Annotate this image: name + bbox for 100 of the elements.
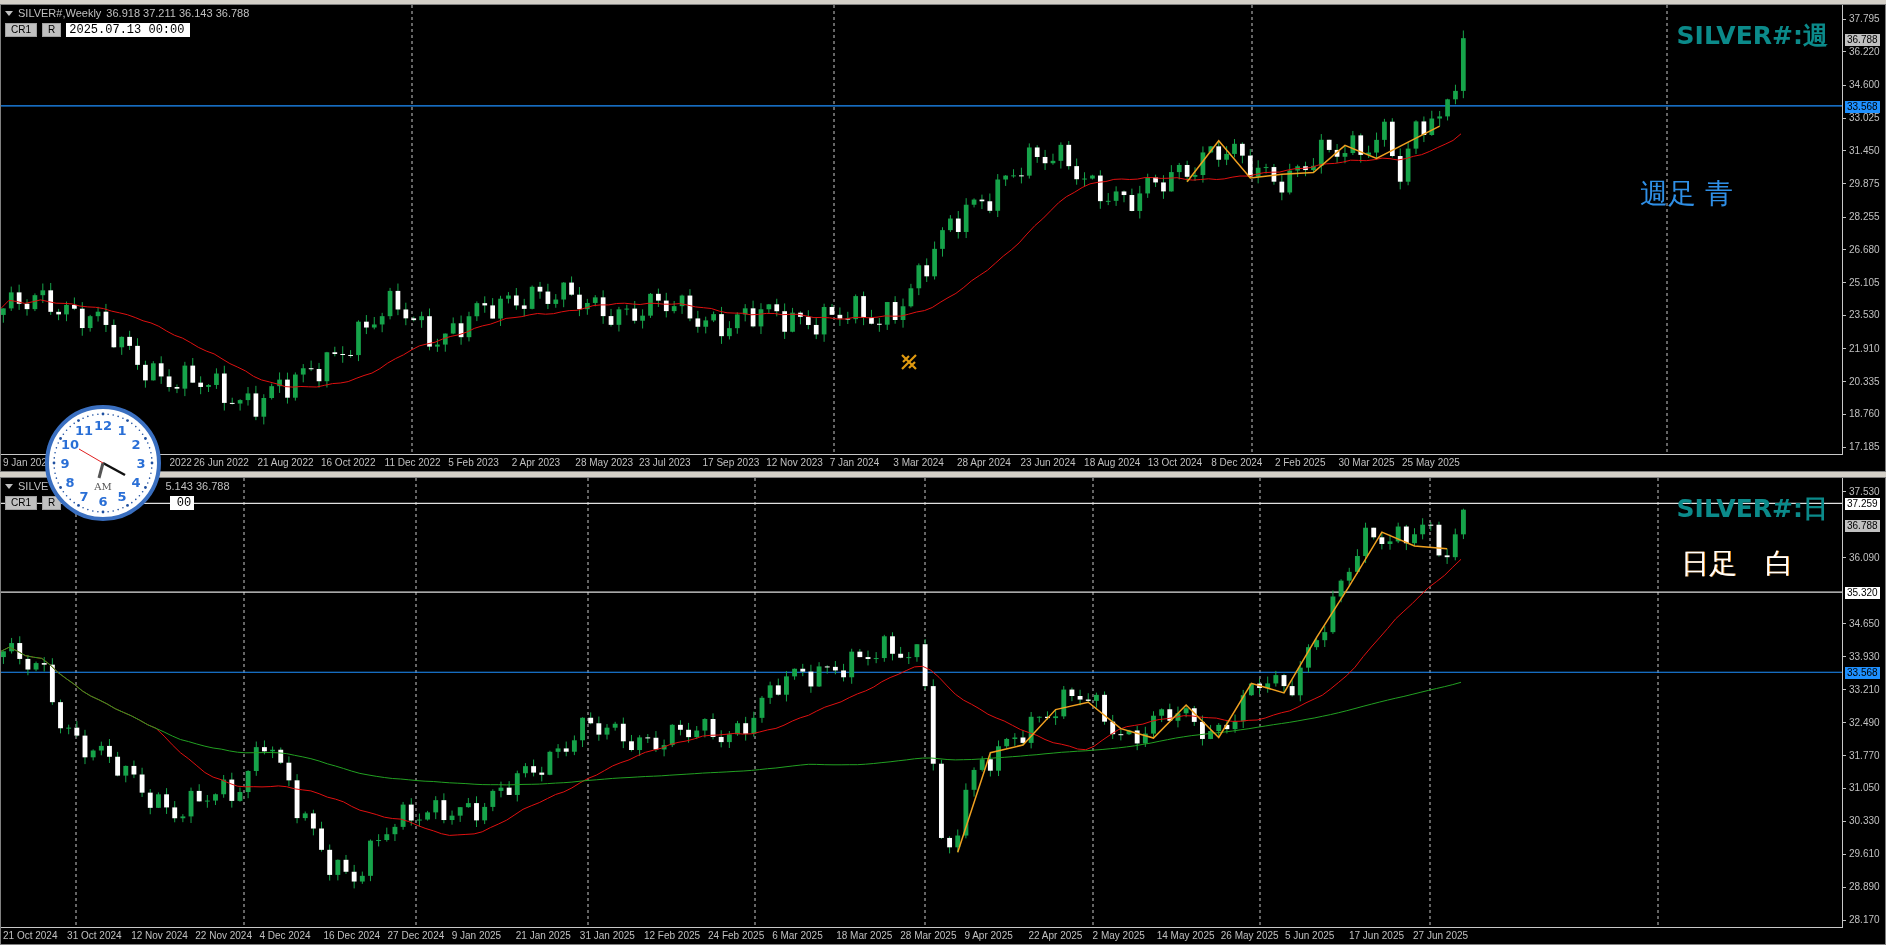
chart-toolbar-button[interactable]: R <box>42 496 62 510</box>
date-label: 2 Apr 2023 <box>510 456 561 470</box>
clock-numeral: 1 <box>117 423 127 439</box>
date-label: 16 Oct 2022 <box>319 456 376 470</box>
price-tick: 37.530 <box>1849 486 1880 498</box>
price-tick: 31.770 <box>1849 749 1880 762</box>
date-label: 2022 <box>168 456 192 470</box>
chart-note: 日足 白 <box>1681 546 1793 582</box>
ohlc-values: 36.918 37.211 36.143 36.788 <box>106 7 250 20</box>
clock-period: AM <box>94 481 112 492</box>
price-tick: 36.220 <box>1849 45 1880 58</box>
price-tick: 32.490 <box>1849 716 1880 729</box>
date-label: 17 Sep 2023 <box>701 456 760 470</box>
date-label: 4 Dec 2024 <box>258 929 311 943</box>
price-tick: 34.600 <box>1849 79 1880 92</box>
clock-numeral: 3 <box>136 456 146 471</box>
chart-toolbar-button[interactable]: CR1 <box>5 23 37 37</box>
date-label: 16 Dec 2024 <box>322 929 381 943</box>
price-tick: 28.170 <box>1849 914 1880 927</box>
date-label: 24 Feb 2025 <box>707 929 765 943</box>
price-tick: 26.680 <box>1849 243 1880 256</box>
chart-toolbar-button[interactable]: CR1 <box>5 496 37 510</box>
price-tick: 17.185 <box>1849 441 1880 454</box>
price-tick: 30.330 <box>1849 815 1880 828</box>
date-label: 5 Jun 2025 <box>1283 929 1335 943</box>
date-label: 3 Mar 2024 <box>892 456 944 470</box>
date-label: 26 May 2025 <box>1219 929 1279 943</box>
date-label: 28 Apr 2024 <box>955 456 1011 470</box>
chart-title: SILVER#:週 <box>1676 20 1828 52</box>
price-tick: 34.650 <box>1849 617 1880 630</box>
date-label: 14 May 2025 <box>1155 929 1215 943</box>
date-label: 21 Oct 2024 <box>2 929 58 943</box>
price-tick: 28.255 <box>1849 211 1880 224</box>
date-label: 31 Jan 2025 <box>578 929 635 943</box>
date-label: 9 Apr 2025 <box>963 929 1013 943</box>
price-tick: 31.450 <box>1849 144 1880 157</box>
clock-numeral: 8 <box>65 475 75 490</box>
clock-numeral: 5 <box>117 488 127 504</box>
date-label: 25 May 2025 <box>1401 456 1460 470</box>
clock-numeral: 10 <box>61 437 80 452</box>
date-label: 5 Feb 2023 <box>447 456 499 470</box>
price-tick: 33.930 <box>1849 650 1880 663</box>
price-tick: 29.875 <box>1849 177 1880 190</box>
date-label: 12 Feb 2025 <box>642 929 701 943</box>
date-label: 28 Mar 2025 <box>899 929 957 943</box>
date-label: 30 Mar 2025 <box>1337 456 1395 470</box>
chart-toolbar-button[interactable]: R <box>42 23 62 37</box>
date-label: 11 Dec 2022 <box>383 456 441 470</box>
clock-numeral: 12 <box>93 418 113 433</box>
price-tick: 23.530 <box>1849 309 1880 322</box>
date-label: 6 Mar 2025 <box>771 929 823 943</box>
price-tick: 21.910 <box>1849 342 1880 355</box>
date-label: 31 Oct 2024 <box>66 929 122 943</box>
price-label: 36.788 <box>1845 519 1880 532</box>
date-field[interactable]: 00 <box>170 496 195 510</box>
price-label: 35.320 <box>1845 587 1880 600</box>
date-label: 27 Dec 2024 <box>386 929 445 943</box>
date-label: 26 Jun 2022 <box>192 456 249 470</box>
date-label: 22 Apr 2025 <box>1027 929 1083 943</box>
price-tick: 20.335 <box>1849 375 1880 388</box>
price-tick: 18.760 <box>1849 408 1880 421</box>
date-label: 17 Jun 2025 <box>1347 929 1405 943</box>
clock-numeral: 9 <box>60 456 70 471</box>
date-label: 23 Jun 2024 <box>1019 456 1076 470</box>
price-tick: 33.025 <box>1849 112 1880 125</box>
chart-symbol: SILVER#,Weekly <box>18 7 102 20</box>
date-label: 2 Feb 2025 <box>1273 456 1326 470</box>
clock-numeral: 11 <box>74 423 94 439</box>
chart-note: 週足 青 <box>1640 176 1733 212</box>
date-label: 13 Oct 2024 <box>1146 456 1203 470</box>
date-label: 28 May 2023 <box>574 456 634 470</box>
price-label: 37.259 <box>1845 498 1880 511</box>
price-tick: 28.890 <box>1849 881 1880 894</box>
price-tick: 33.210 <box>1849 683 1880 696</box>
chart-symbol: SILVE <box>18 480 49 493</box>
date-label: 12 Nov 2024 <box>130 929 188 943</box>
date-label: 2 May 2025 <box>1091 929 1145 943</box>
date-label: 7 Jan 2024 <box>828 456 880 470</box>
clock-numeral: 7 <box>79 488 89 504</box>
clock-numeral: 2 <box>131 437 141 452</box>
date-label: 18 Mar 2025 <box>835 929 893 943</box>
date-label: 21 Jan 2025 <box>514 929 571 943</box>
clock-numeral: 4 <box>131 475 141 490</box>
date-label: 9 Jan 2025 <box>450 929 502 943</box>
clock-numeral: 6 <box>98 494 108 509</box>
price-tick: 25.105 <box>1849 276 1880 289</box>
price-tick: 36.090 <box>1849 551 1880 564</box>
price-tick: 29.610 <box>1849 848 1880 861</box>
price-label: 33.568 <box>1845 100 1880 113</box>
ohlc-values: 5.143 36.788 <box>165 480 230 493</box>
date-label: 12 Nov 2023 <box>765 456 823 470</box>
date-label: 8 Dec 2024 <box>1210 456 1263 470</box>
date-label: 27 Jun 2025 <box>1412 929 1469 943</box>
price-label: 33.568 <box>1845 667 1880 680</box>
date-label: 22 Nov 2024 <box>194 929 252 943</box>
price-tick: 37.795 <box>1849 13 1880 25</box>
date-field[interactable]: 2025.07.13 00:00 <box>66 23 191 37</box>
price-tick: 31.050 <box>1849 782 1880 795</box>
date-label: 18 Aug 2024 <box>1083 456 1141 470</box>
price-label: 36.788 <box>1845 33 1880 46</box>
